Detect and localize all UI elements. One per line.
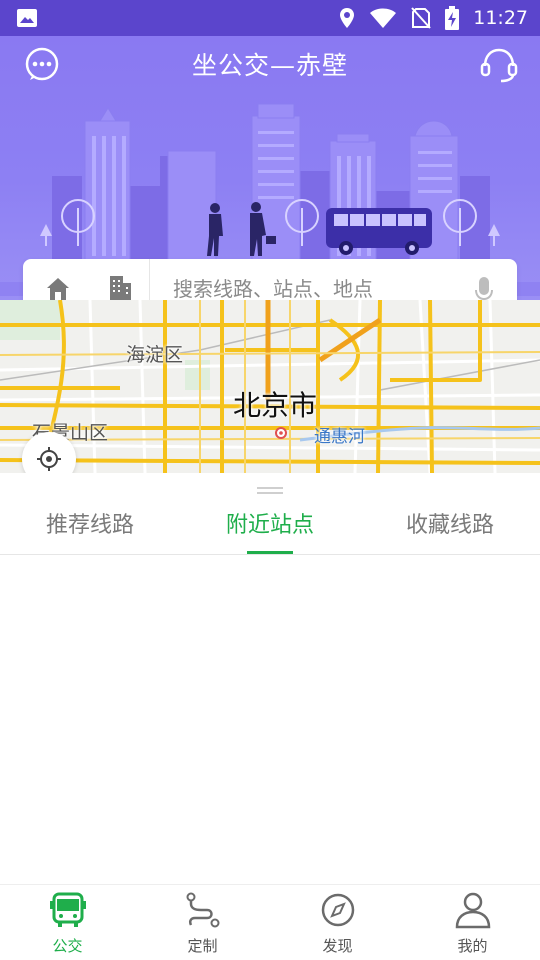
map-view[interactable]: 海淀区 北京市 石景山区 通惠河 xyxy=(0,300,540,473)
drag-handle[interactable] xyxy=(257,487,283,495)
status-bar: 11:27 xyxy=(0,0,540,36)
crosshair-icon xyxy=(37,447,61,471)
location-icon xyxy=(340,8,355,28)
map-label-city: 北京市 xyxy=(233,389,318,422)
no-sim-icon xyxy=(411,7,431,29)
tab-bar: 推荐线路 附近站点 收藏线路 xyxy=(0,501,540,555)
tab-recommended-routes[interactable]: 推荐线路 xyxy=(30,501,150,554)
bottom-nav: 公交 定制 发现 我的 xyxy=(0,884,540,960)
user-icon xyxy=(455,892,490,929)
map-label-haidian: 海淀区 xyxy=(126,344,184,366)
route-icon xyxy=(186,892,219,928)
tab-favorite-routes[interactable]: 收藏线路 xyxy=(390,501,510,554)
tab-nearby-stops[interactable]: 附近站点 xyxy=(210,501,330,554)
nav-label-bus: 公交 xyxy=(52,937,83,955)
nav-label-discover: 发现 xyxy=(322,937,353,955)
gallery-icon xyxy=(17,9,37,27)
home-icon[interactable] xyxy=(45,276,71,302)
nav-item-bus[interactable]: 公交 xyxy=(0,885,135,960)
nav-item-discover[interactable]: 发现 xyxy=(270,885,405,960)
nav-label-custom: 定制 xyxy=(187,937,218,955)
map-label-tonghui: 通惠河 xyxy=(314,427,365,447)
active-tab-indicator xyxy=(247,551,293,554)
nav-item-custom[interactable]: 定制 xyxy=(135,885,270,960)
compass-icon xyxy=(321,893,354,927)
status-time: 11:27 xyxy=(473,7,528,29)
bus-icon xyxy=(49,892,86,927)
battery-charging-icon xyxy=(445,6,460,30)
nearby-stops-list xyxy=(0,556,540,885)
page-title: 坐公交—赤壁 xyxy=(191,51,348,80)
building-icon[interactable] xyxy=(107,274,133,302)
nav-item-mine[interactable]: 我的 xyxy=(405,885,540,960)
headset-icon[interactable] xyxy=(480,46,518,84)
wifi-icon xyxy=(370,8,397,28)
bottom-sheet: 推荐线路 附近站点 收藏线路 xyxy=(0,473,540,885)
nav-label-mine: 我的 xyxy=(457,937,488,955)
